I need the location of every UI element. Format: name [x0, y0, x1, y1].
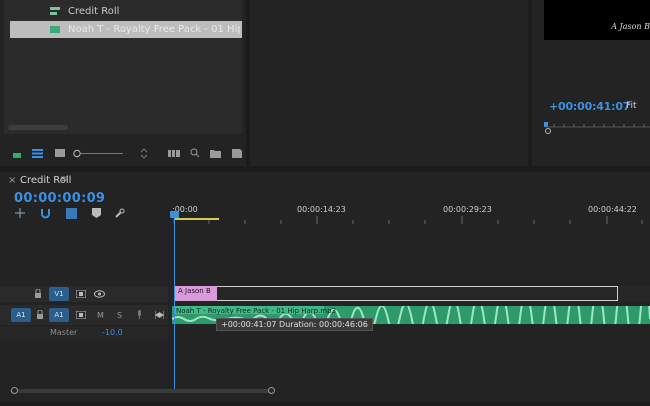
- list-view-icon[interactable]: [32, 149, 43, 158]
- panel-divider: [0, 171, 650, 172]
- search-icon[interactable]: [190, 148, 200, 158]
- wrench-icon[interactable]: [114, 208, 125, 219]
- program-time-ruler[interactable]: [544, 120, 650, 134]
- solo-button[interactable]: S: [117, 311, 122, 320]
- close-tab-icon[interactable]: ×: [8, 175, 16, 186]
- master-track-label: Master: [50, 328, 78, 337]
- sync-lock-icon[interactable]: [76, 290, 86, 298]
- icon-view-icon[interactable]: [55, 149, 65, 158]
- panel-menu-icon[interactable]: ≡: [60, 174, 68, 185]
- marker-icon[interactable]: [92, 208, 101, 219]
- video-clip-label: A Jason B: [178, 287, 211, 295]
- folder-icon[interactable]: [210, 149, 221, 158]
- project-scrollbar[interactable]: [8, 125, 68, 130]
- zoom-slider[interactable]: [73, 149, 125, 158]
- project-item-label: Noah T - Royalty Free Pack - 01 Hip Harp…: [68, 24, 240, 35]
- lock-icon[interactable]: [12, 149, 22, 158]
- work-area-bar[interactable]: [174, 218, 219, 220]
- lock-track-icon[interactable]: [34, 289, 42, 298]
- new-item-icon[interactable]: [232, 149, 242, 158]
- sync-lock-icon[interactable]: [76, 311, 86, 319]
- master-volume-value[interactable]: -10.0: [102, 328, 123, 337]
- project-item-label: Credit Roll: [68, 6, 120, 17]
- trim-tooltip: +00:00:41:07 Duration: 00:00:46:06: [216, 318, 373, 331]
- microphone-icon[interactable]: [136, 310, 143, 320]
- eye-icon[interactable]: [94, 290, 105, 298]
- playhead-handle[interactable]: [170, 211, 179, 218]
- project-bin-list: Credit Roll Noah T - Royalty Free Pack -…: [4, 0, 242, 134]
- timeline-timecode[interactable]: 00:00:00:09: [14, 191, 105, 206]
- zoom-level-select[interactable]: Fit: [626, 101, 637, 111]
- linked-selection-icon[interactable]: [66, 208, 77, 219]
- lock-track-icon[interactable]: [36, 310, 44, 319]
- project-item-credit-roll[interactable]: Credit Roll: [10, 3, 242, 20]
- zoom-scroll-left-handle[interactable]: [11, 387, 18, 394]
- audio-icon: [50, 26, 60, 33]
- ruler-label: 00:00:29:23: [443, 205, 492, 214]
- video-clip[interactable]: [174, 286, 618, 301]
- panel-bottom-border: [0, 402, 650, 406]
- source-patch-a1[interactable]: A1: [11, 308, 31, 322]
- timeline-zoom-scrollbar[interactable]: [10, 389, 272, 393]
- project-toolbar: [0, 141, 246, 165]
- track-header-master: [0, 326, 168, 340]
- track-target-a1[interactable]: A1: [49, 308, 69, 322]
- audio-clip-label: Noah T - Royalty Free Pack - 01 Hip Harp…: [176, 307, 337, 315]
- project-item-audio[interactable]: Noah T - Royalty Free Pack - 01 Hip Harp…: [10, 21, 242, 38]
- mute-button[interactable]: M: [97, 311, 104, 320]
- ruler-ticks: [173, 216, 643, 224]
- ruler-label: 00:00:14:23: [297, 205, 346, 214]
- sort-icon[interactable]: [140, 148, 148, 159]
- sequence-icon: [50, 7, 60, 15]
- snap-icon[interactable]: [40, 208, 51, 219]
- program-timecode[interactable]: +00:00:41:07: [549, 100, 630, 113]
- playhead-line[interactable]: [174, 216, 175, 392]
- zoom-scroll-right-handle[interactable]: [268, 387, 275, 394]
- program-video-frame: A Jason B: [544, 0, 650, 40]
- source-monitor-panel: [250, 0, 528, 166]
- timeline-tools: [14, 208, 134, 222]
- ruler-label: 00:00:44:22: [588, 205, 637, 214]
- video-frame-text: A Jason B: [611, 22, 650, 31]
- track-expand-icon[interactable]: [155, 311, 164, 319]
- track-target-v1[interactable]: V1: [49, 287, 69, 301]
- automate-icon[interactable]: [168, 149, 180, 158]
- nest-icon[interactable]: [14, 208, 26, 219]
